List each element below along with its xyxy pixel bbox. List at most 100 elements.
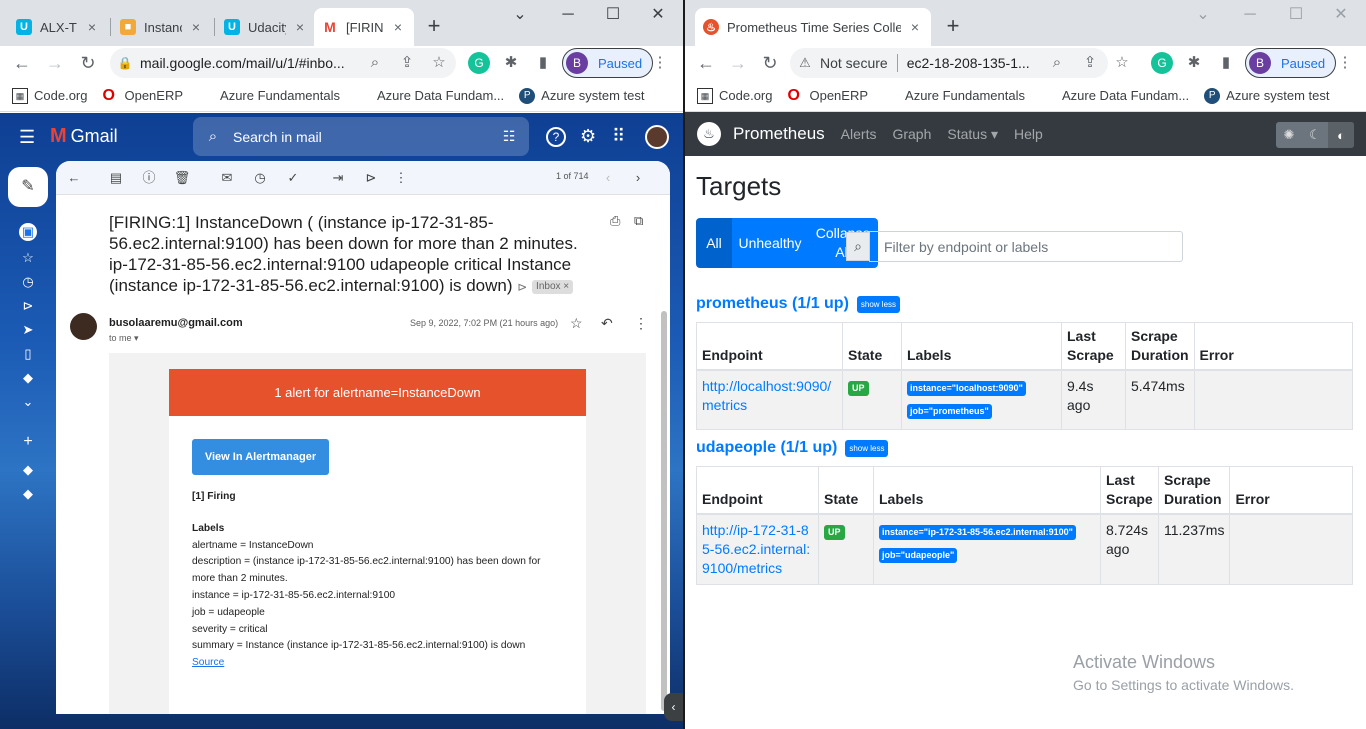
nav-status-dropdown[interactable]: Status ▾: [947, 126, 998, 143]
maximize-button[interactable]: ☐: [1276, 4, 1316, 26]
reply-icon[interactable]: ↶: [601, 315, 613, 332]
close-icon[interactable]: ×: [907, 19, 923, 35]
back-arrow-icon[interactable]: ←: [65, 169, 83, 187]
add-label-icon[interactable]: +: [19, 433, 37, 451]
delete-icon[interactable]: 🗑: [173, 169, 191, 187]
more-vert-icon[interactable]: ⋮: [392, 169, 410, 187]
menu-icon[interactable]: ⋮: [1334, 52, 1356, 74]
zoom-icon[interactable]: ⌕: [1046, 52, 1068, 74]
archive-icon[interactable]: ▤: [107, 169, 125, 187]
pool-title[interactable]: prometheus (1/1 up): [696, 295, 849, 313]
star-icon[interactable]: ☆: [428, 52, 450, 74]
endpoint-link[interactable]: http://localhost:9090/metrics: [702, 378, 831, 413]
tab-instances[interactable]: ■ Instanc ×: [112, 8, 212, 46]
next-chevron-icon[interactable]: ›: [629, 169, 647, 187]
side-panel-toggle-icon[interactable]: ‹: [664, 693, 683, 721]
close-icon[interactable]: ×: [390, 19, 406, 35]
nav-alerts[interactable]: Alerts: [841, 126, 877, 142]
scrollbar[interactable]: [661, 311, 667, 711]
extensions-icon[interactable]: ✱: [1183, 52, 1205, 74]
search-bar[interactable]: ⌕ Search in mail ☷: [193, 117, 529, 156]
all-button[interactable]: All: [696, 218, 732, 268]
show-less-button[interactable]: show less: [845, 439, 889, 457]
bookmark-azure-data[interactable]: Azure Data Fundam...: [355, 88, 504, 104]
minimize-button[interactable]: ─: [548, 4, 588, 26]
more-chevron-icon[interactable]: ⌄: [19, 393, 37, 411]
help-icon[interactable]: ?: [546, 127, 566, 147]
forward-icon[interactable]: →: [43, 51, 67, 75]
back-icon[interactable]: ←: [694, 51, 718, 75]
add-task-icon[interactable]: ✓: [284, 169, 302, 187]
apps-grid-icon[interactable]: ⠿: [612, 126, 625, 147]
star-icon[interactable]: ☆: [570, 315, 583, 332]
filter-input[interactable]: ⌕ Filter by endpoint or labels: [846, 231, 1183, 262]
unhealthy-button[interactable]: Unhealthy: [732, 218, 808, 268]
side-panel-icon[interactable]: ▮: [532, 52, 554, 74]
show-less-button[interactable]: show less: [856, 295, 901, 313]
starred-icon[interactable]: ☆: [19, 249, 37, 267]
share-icon[interactable]: ⇪: [396, 52, 418, 74]
close-window-button[interactable]: ✕: [638, 4, 678, 26]
labels-icon[interactable]: ⊳: [362, 169, 380, 187]
move-to-icon[interactable]: ⇥: [329, 169, 347, 187]
close-icon[interactable]: ×: [292, 19, 308, 35]
grammarly-icon[interactable]: G: [468, 52, 490, 74]
bookmark-code-org[interactable]: ▦ Code.org: [697, 87, 772, 104]
report-spam-icon[interactable]: ⓘ: [140, 169, 158, 187]
menu-icon[interactable]: ⋮: [649, 52, 671, 74]
tab-udacity[interactable]: U Udacity ×: [216, 8, 316, 46]
sender-email[interactable]: busolaaremu@gmail.com: [109, 317, 243, 329]
new-tab-button[interactable]: +: [420, 12, 448, 40]
tab-prometheus[interactable]: ♨ Prometheus Time Series Collectio ×: [695, 8, 931, 46]
filter-options-icon[interactable]: ☷: [489, 128, 529, 145]
important-icon[interactable]: ⊳: [19, 297, 37, 315]
nav-help[interactable]: Help: [1014, 126, 1043, 142]
nav-graph[interactable]: Graph: [892, 126, 931, 142]
back-icon[interactable]: ←: [10, 51, 34, 75]
main-menu-icon[interactable]: ☰: [19, 127, 35, 148]
more-vert-icon[interactable]: ⋮: [634, 315, 648, 332]
side-panel-icon[interactable]: ▮: [1215, 52, 1237, 74]
label-icon[interactable]: ◆: [19, 369, 37, 387]
close-window-button[interactable]: ✕: [1321, 4, 1361, 26]
close-icon[interactable]: ×: [188, 19, 204, 35]
forward-icon[interactable]: →: [726, 51, 750, 75]
recipient-toggle[interactable]: to me ▾: [109, 333, 139, 344]
bookmark-openerp[interactable]: O OpenERP: [787, 87, 868, 104]
open-new-window-icon[interactable]: ⧉: [634, 213, 643, 229]
tab-search-icon[interactable]: ⌄: [1183, 4, 1223, 26]
bookmark-azure-fundamentals[interactable]: Azure Fundamentals: [198, 88, 340, 104]
mark-unread-icon[interactable]: ✉: [218, 169, 236, 187]
pool-title[interactable]: udapeople (1/1 up): [696, 439, 837, 457]
sender-avatar[interactable]: [70, 313, 97, 340]
compose-pencil-icon[interactable]: ✎: [8, 167, 48, 207]
tab-alx[interactable]: U ALX-T ×: [8, 8, 108, 46]
new-tab-button[interactable]: +: [939, 12, 967, 40]
bookmark-azure-data[interactable]: Azure Data Fundam...: [1040, 88, 1189, 104]
important-marker-icon[interactable]: ⊳: [517, 280, 527, 294]
settings-gear-icon[interactable]: ⚙: [580, 126, 596, 147]
bookmark-openerp[interactable]: O OpenERP: [102, 87, 183, 104]
maximize-button[interactable]: ☐: [593, 4, 633, 26]
star-icon[interactable]: ☆: [1111, 52, 1133, 74]
profile-button[interactable]: B Paused: [1245, 48, 1337, 78]
prev-chevron-icon[interactable]: ‹: [599, 169, 617, 187]
share-icon[interactable]: ⇪: [1079, 52, 1101, 74]
bookmark-azure-fundamentals[interactable]: Azure Fundamentals: [883, 88, 1025, 104]
bookmark-azure-system-test[interactable]: P Azure system test: [1204, 87, 1329, 104]
bookmark-azure-system-test[interactable]: P Azure system test: [519, 87, 644, 104]
minimize-button[interactable]: ─: [1230, 4, 1270, 26]
grammarly-icon[interactable]: G: [1151, 52, 1173, 74]
search-input[interactable]: Search in mail: [233, 129, 489, 145]
sent-icon[interactable]: ➤: [19, 321, 37, 339]
prometheus-logo-icon[interactable]: ♨: [697, 122, 721, 146]
reload-icon[interactable]: ↻: [758, 51, 782, 75]
gmail-logo[interactable]: M Gmail: [50, 125, 118, 148]
light-theme-icon[interactable]: ✺: [1276, 122, 1302, 148]
endpoint-link[interactable]: http://ip-172-31-85-56.ec2.internal:9100…: [702, 522, 810, 576]
snooze-icon[interactable]: ◷: [251, 169, 269, 187]
snoozed-icon[interactable]: ◷: [19, 273, 37, 291]
extensions-icon[interactable]: ✱: [500, 52, 522, 74]
browser-theme-icon[interactable]: ◐: [1328, 122, 1354, 148]
source-link[interactable]: Source: [192, 655, 224, 671]
